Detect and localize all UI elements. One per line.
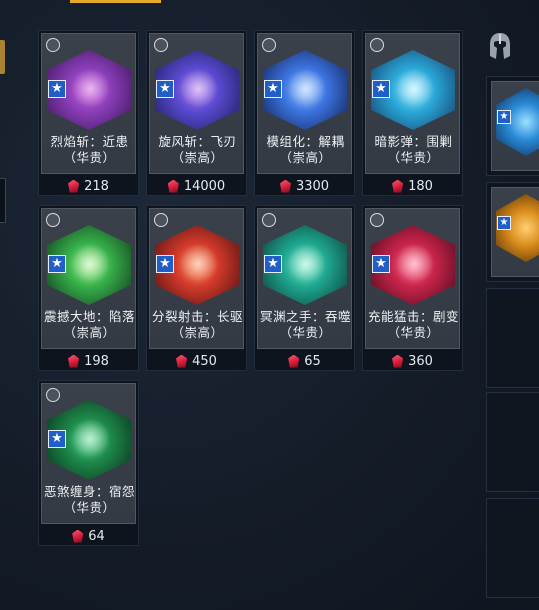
star-badge-icon: ★ [156,80,174,98]
price-amount: 450 [192,353,217,369]
red-gem-icon [392,354,404,368]
top-accent-bar [70,0,161,3]
skill-card-price: 218 [39,177,138,195]
skill-card-name: 暗影弹：围剿（华贵） [374,134,453,165]
side-slot[interactable]: ★ [486,76,539,176]
skill-card-panel: ★ 震撼大地：陷落（崇高） [41,208,136,349]
skill-card-panel: ★ 旋风斩：飞刃（崇高） [149,33,244,174]
red-gem-icon [68,354,80,368]
red-gem-icon [72,529,84,543]
side-card-panel: ★ [491,81,539,171]
clock-icon [46,38,60,52]
star-badge-icon: ★ [372,255,390,273]
skill-card-panel: ★ 冥渊之手：吞噬（华贵） [257,208,352,349]
left-edge-panel [0,178,6,223]
price-amount: 198 [84,353,109,369]
skill-card-panel: ★ 分裂射击：长驱（崇高） [149,208,244,349]
skill-card-panel: ★ 充能猛击：剧变（华贵） [365,208,460,349]
side-slot[interactable] [486,498,539,598]
side-card-panel: ★ [491,187,539,277]
clock-icon [262,38,276,52]
star-badge-icon: ★ [48,80,66,98]
star-badge-icon: ★ [156,255,174,273]
skill-card-price: 198 [39,352,138,370]
clock-icon [370,38,384,52]
skill-card-name: 模组化：解耦（崇高） [266,134,345,165]
clock-icon [46,388,60,402]
star-badge-icon: ★ [497,110,511,124]
side-slot[interactable] [486,288,539,388]
skill-card-name: 旋风斩：飞刃（崇高） [158,134,237,165]
skill-card-panel: ★ 模组化：解耦（崇高） [257,33,352,174]
skill-card[interactable]: ★ 恶煞缠身：宿怨（华贵） 64 [38,380,139,546]
star-badge-icon: ★ [264,255,282,273]
skill-card[interactable]: ★ 模组化：解耦（崇高） 3300 [254,30,355,196]
skill-card-price: 64 [39,527,138,545]
skill-card[interactable]: ★ 震撼大地：陷落（崇高） 198 [38,205,139,371]
star-badge-icon: ★ [48,255,66,273]
skill-card-panel: ★ 恶煞缠身：宿怨（华贵） [41,383,136,524]
price-amount: 360 [408,353,433,369]
star-badge-icon: ★ [48,430,66,448]
price-amount: 180 [408,178,433,194]
skill-card-price: 180 [363,177,462,195]
red-gem-icon [392,179,404,193]
price-amount: 64 [88,528,105,544]
skill-card-grid: ★ 烈焰斩：近患（华贵） 218 ★ 旋风斩：飞刃（崇高） 14000 ★ 模组化：解耦（崇高… [38,30,468,550]
side-slot[interactable] [486,392,539,492]
skill-card-name: 恶煞缠身：宿怨（华贵） [44,484,136,515]
skill-card[interactable]: ★ 分裂射击：长驱（崇高） 450 [146,205,247,371]
skill-card[interactable]: ★ 旋风斩：飞刃（崇高） 14000 [146,30,247,196]
side-slot[interactable]: ★ [486,182,539,282]
clock-icon [46,213,60,227]
red-gem-icon [68,179,80,193]
price-amount: 3300 [295,178,330,194]
skill-card[interactable]: ★ 冥渊之手：吞噬（华贵） 65 [254,205,355,371]
star-badge-icon: ★ [497,216,511,230]
skill-card-price: 14000 [147,177,246,195]
skill-card-name: 充能猛击：剧变（华贵） [368,309,460,340]
price-amount: 65 [304,353,321,369]
clock-icon [370,213,384,227]
skill-card[interactable]: ★ 暗影弹：围剿（华贵） 180 [362,30,463,196]
skill-card-name: 震撼大地：陷落（崇高） [44,309,136,340]
red-gem-icon [176,354,188,368]
skill-card[interactable]: ★ 充能猛击：剧变（华贵） 360 [362,205,463,371]
red-gem-icon [279,179,291,193]
skill-card-price: 450 [147,352,246,370]
skill-card-name: 分裂射击：长驱（崇高） [152,309,244,340]
clock-icon [262,213,276,227]
left-edge-tab[interactable] [0,40,5,74]
skill-card-panel: ★ 暗影弹：围剿（华贵） [365,33,460,174]
star-badge-icon: ★ [372,80,390,98]
skill-card-panel: ★ 烈焰斩：近患（华贵） [41,33,136,174]
skill-card-price: 360 [363,352,462,370]
skill-card-price: 65 [255,352,354,370]
skill-card[interactable]: ★ 烈焰斩：近患（华贵） 218 [38,30,139,196]
price-amount: 14000 [183,178,226,194]
red-gem-icon [167,179,179,193]
skill-card-price: 3300 [255,177,354,195]
clock-icon [154,213,168,227]
clock-icon [154,38,168,52]
red-gem-icon [288,354,300,368]
star-badge-icon: ★ [264,80,282,98]
spartan-helmet-icon[interactable] [488,32,512,60]
skill-card-name: 烈焰斩：近患（华贵） [50,134,129,165]
skill-card-name: 冥渊之手：吞噬（华贵） [260,309,352,340]
price-amount: 218 [84,178,109,194]
